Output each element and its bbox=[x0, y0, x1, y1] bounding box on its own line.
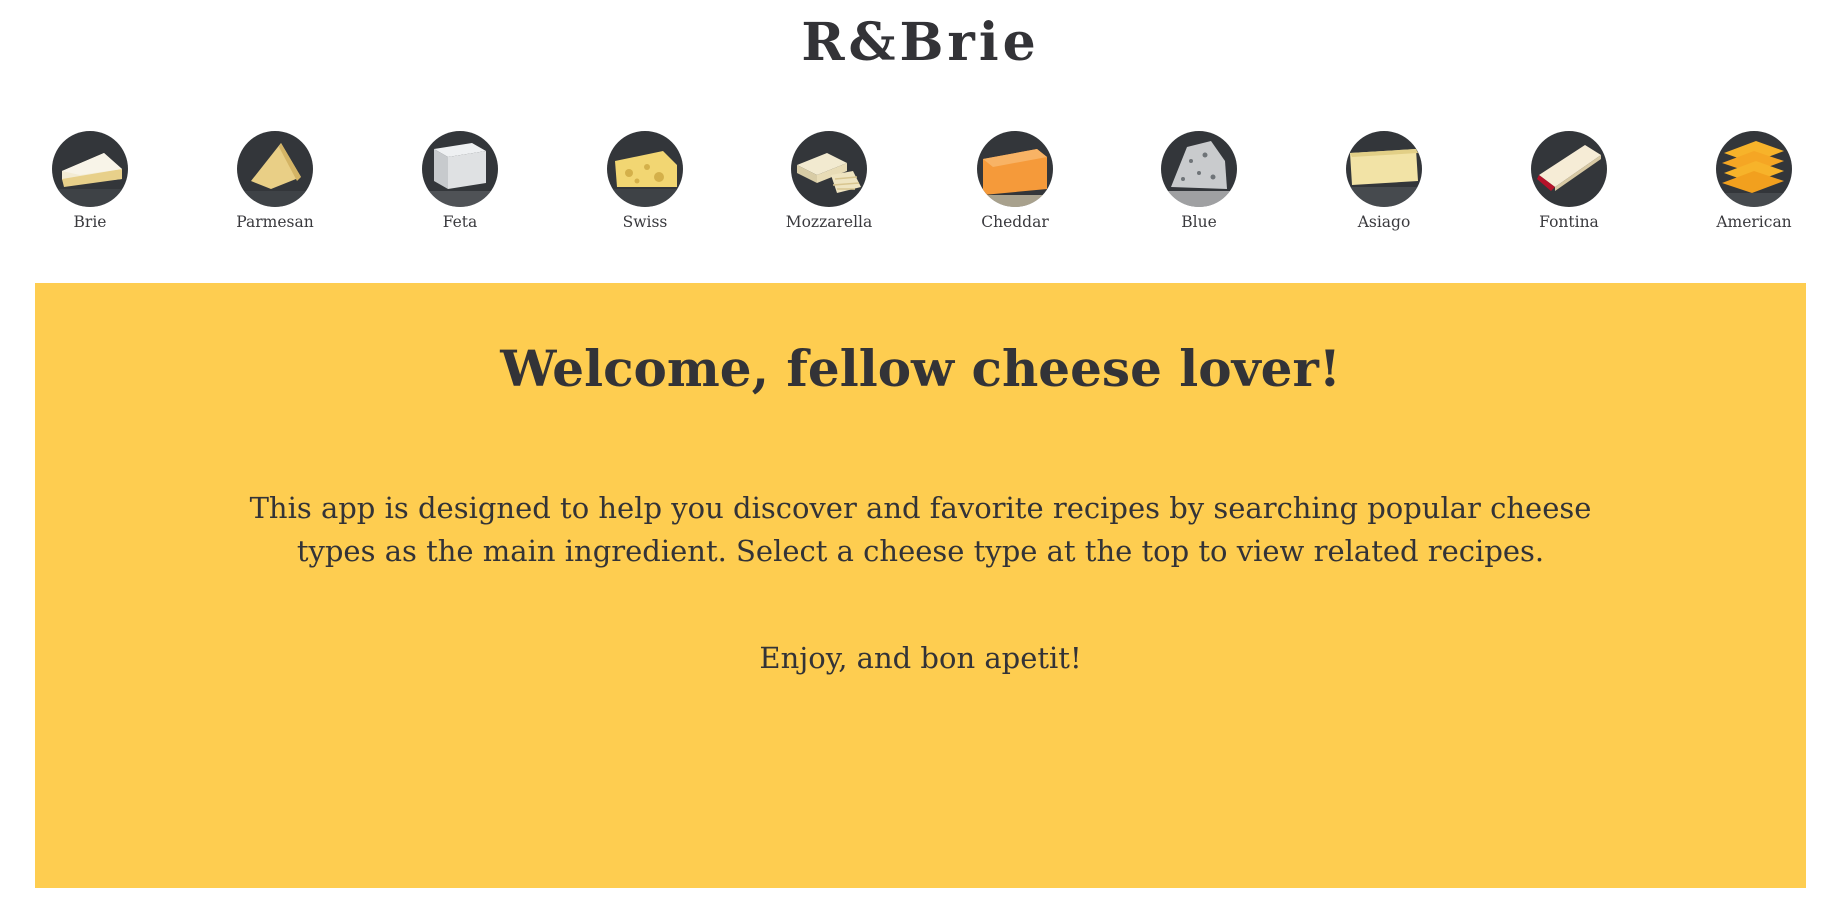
swiss-wedge-icon[interactable] bbox=[607, 131, 683, 207]
cheese-item-fontina[interactable]: Fontina bbox=[1514, 131, 1624, 232]
cheese-label: Feta bbox=[442, 213, 478, 231]
brie-wedge-icon[interactable] bbox=[52, 131, 128, 207]
cheese-item-brie[interactable]: Brie bbox=[35, 131, 145, 232]
cheese-label: Parmesan bbox=[236, 213, 314, 231]
app-title: R&Brie bbox=[801, 12, 1040, 73]
feta-block-icon[interactable] bbox=[422, 131, 498, 207]
cheese-item-american[interactable]: American bbox=[1699, 131, 1809, 232]
cheese-item-blue[interactable]: Blue bbox=[1144, 131, 1254, 232]
app-header: R&Brie bbox=[0, 0, 1841, 100]
cheese-item-cheddar[interactable]: Cheddar bbox=[960, 131, 1070, 232]
american-slices-icon[interactable] bbox=[1716, 131, 1792, 207]
fontina-slice-icon[interactable] bbox=[1531, 131, 1607, 207]
cheese-label: Mozzarella bbox=[785, 213, 873, 231]
mozzarella-shredded-icon[interactable] bbox=[791, 131, 867, 207]
cheese-item-mozzarella[interactable]: Mozzarella bbox=[774, 131, 884, 232]
cheese-label: Blue bbox=[1181, 213, 1217, 231]
parmesan-wedge-icon[interactable] bbox=[237, 131, 313, 207]
cheese-label: American bbox=[1716, 213, 1792, 231]
welcome-description: This app is designed to help you discove… bbox=[249, 491, 1592, 568]
cheese-item-swiss[interactable]: Swiss bbox=[590, 131, 700, 232]
cheese-type-nav: Brie Parmesan Feta Swiss Mozzarella Ched… bbox=[35, 131, 1821, 241]
asiago-wedge-icon[interactable] bbox=[1346, 131, 1422, 207]
cheese-item-asiago[interactable]: Asiago bbox=[1329, 131, 1439, 232]
cheddar-wedge-icon[interactable] bbox=[977, 131, 1053, 207]
cheese-label: Cheddar bbox=[981, 213, 1049, 231]
cheese-label: Brie bbox=[73, 213, 107, 231]
cheese-item-feta[interactable]: Feta bbox=[405, 131, 515, 232]
cheese-label: Asiago bbox=[1357, 213, 1411, 231]
welcome-signoff: Enjoy, and bon apetit! bbox=[759, 641, 1082, 675]
cheese-label: Swiss bbox=[622, 213, 668, 231]
welcome-panel: Welcome, fellow cheese lover! This app i… bbox=[35, 283, 1806, 888]
cheese-item-parmesan[interactable]: Parmesan bbox=[220, 131, 330, 232]
cheese-label: Fontina bbox=[1539, 213, 1599, 231]
welcome-heading: Welcome, fellow cheese lover! bbox=[500, 339, 1341, 398]
blue-cheese-icon[interactable] bbox=[1161, 131, 1237, 207]
